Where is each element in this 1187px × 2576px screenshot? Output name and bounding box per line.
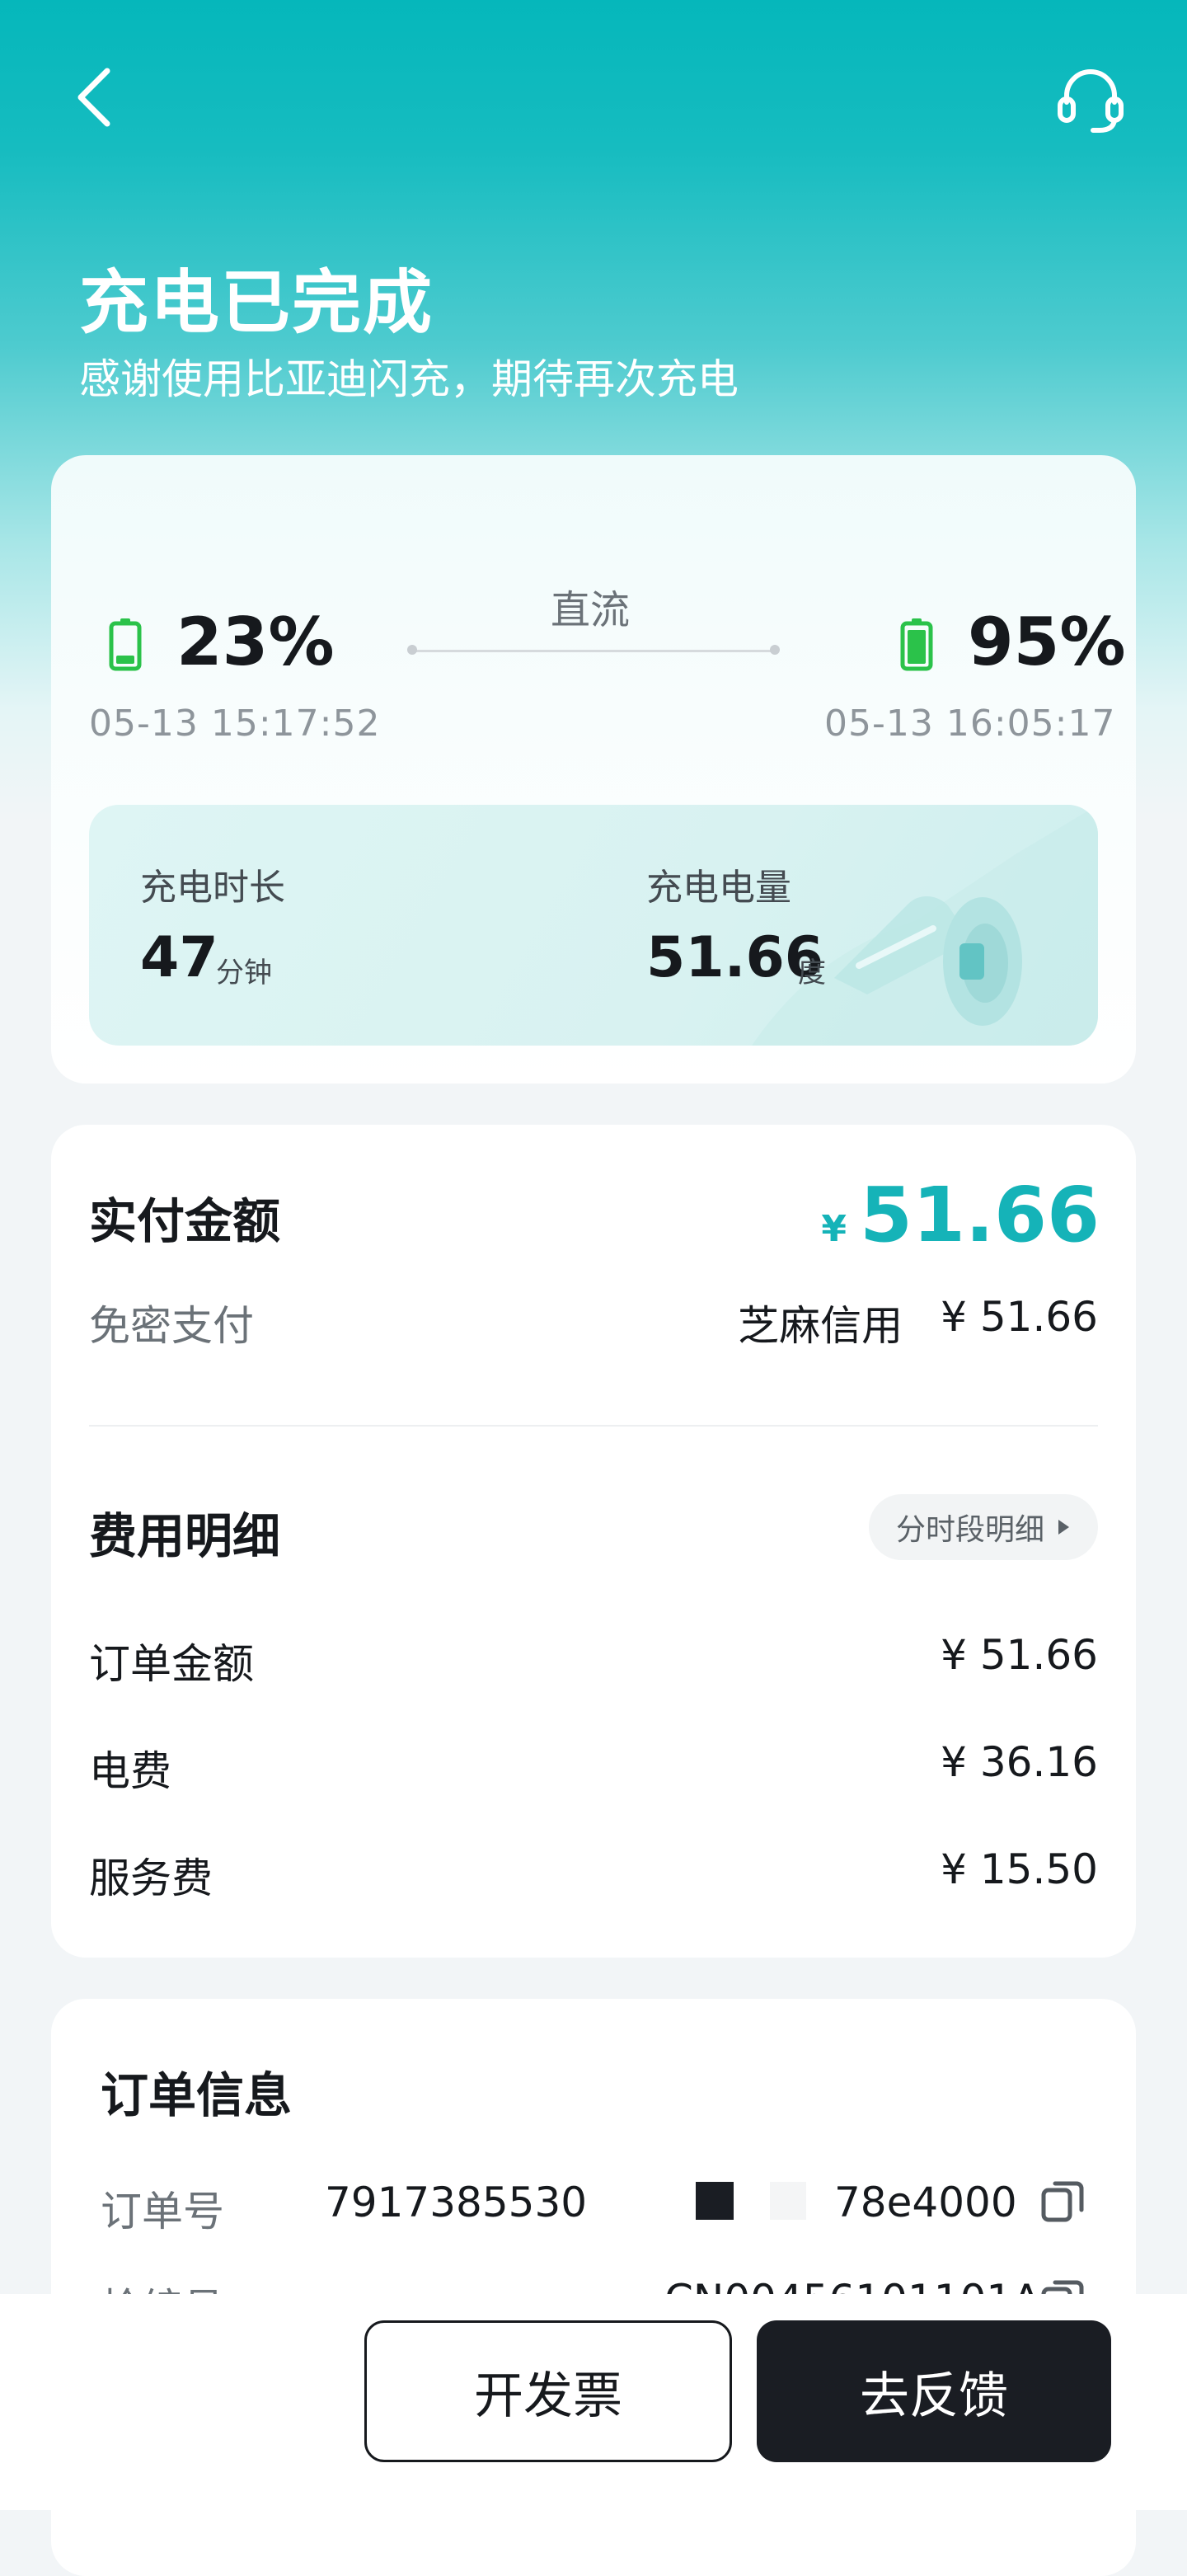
payment-provider: 芝麻信用 <box>738 1302 903 1350</box>
end-time: 05-13 16:05:17 <box>824 703 1116 745</box>
payment-method-label: 免密支付 <box>89 1302 254 1350</box>
connector-dot-start <box>407 645 417 655</box>
paid-amount-group: ¥ 51.66 <box>821 1171 1100 1259</box>
time-period-details-label: 分时段明细 <box>895 1513 1044 1547</box>
duration-label: 充电时长 <box>140 867 285 909</box>
fee-row-label: 服务费 <box>89 1854 213 1902</box>
duration-unit: 分钟 <box>216 957 272 990</box>
connector-dot-end <box>770 645 780 655</box>
section-divider <box>89 1425 1098 1427</box>
payment-method-amount: ¥ 51.66 <box>941 1293 1098 1341</box>
redaction-block <box>770 2182 806 2220</box>
energy-label: 充电电量 <box>646 867 791 909</box>
chevron-left-icon[interactable] <box>66 64 124 130</box>
currency-symbol: ¥ <box>821 1208 847 1250</box>
start-time: 05-13 15:17:52 <box>89 703 381 745</box>
energy-value: 51.66 <box>646 925 824 990</box>
charge-mode-label: 直流 <box>551 587 631 633</box>
payment-method-value: 芝麻信用 ¥ 51.66 <box>738 1293 1098 1352</box>
paid-amount-title: 实付金额 <box>89 1193 281 1249</box>
fee-row-value: ¥ 15.50 <box>941 1845 1098 1893</box>
fee-row-label: 电费 <box>89 1747 171 1795</box>
invoice-button[interactable]: 开发票 <box>364 2320 732 2462</box>
order-number-label: 订单号 <box>101 2188 224 2235</box>
charge-connector-line <box>412 650 778 652</box>
paid-amount-value: 51.66 <box>859 1171 1100 1259</box>
caret-right-icon <box>1058 1520 1069 1535</box>
fee-details-title: 费用明细 <box>89 1508 281 1564</box>
redaction-block <box>696 2182 734 2220</box>
order-number-end: 78e4000 <box>834 2179 1017 2226</box>
copy-icon[interactable] <box>1040 2177 1086 2223</box>
charge-stats-panel <box>89 805 1098 1046</box>
order-info-title: 订单信息 <box>101 2067 293 2123</box>
end-percent: 95% <box>968 604 1126 680</box>
start-percent: 23% <box>176 604 335 680</box>
fee-row-value: ¥ 36.16 <box>941 1738 1098 1786</box>
page-subtitle: 感谢使用比亚迪闪充，期待再次充电 <box>79 355 739 403</box>
duration-value: 47 <box>140 925 218 990</box>
order-number-start: 7917385530 <box>325 2179 588 2226</box>
feedback-button[interactable]: 去反馈 <box>757 2320 1111 2462</box>
fee-row-label: 订单金额 <box>89 1640 254 1688</box>
headset-icon[interactable] <box>1053 61 1128 135</box>
energy-unit: 度 <box>798 957 826 990</box>
time-period-details-link[interactable]: 分时段明细 <box>869 1494 1098 1560</box>
battery-end-icon <box>900 618 933 671</box>
page-title: 充电已完成 <box>79 262 434 343</box>
battery-start-icon <box>109 618 142 671</box>
fee-row-value: ¥ 51.66 <box>941 1631 1098 1679</box>
